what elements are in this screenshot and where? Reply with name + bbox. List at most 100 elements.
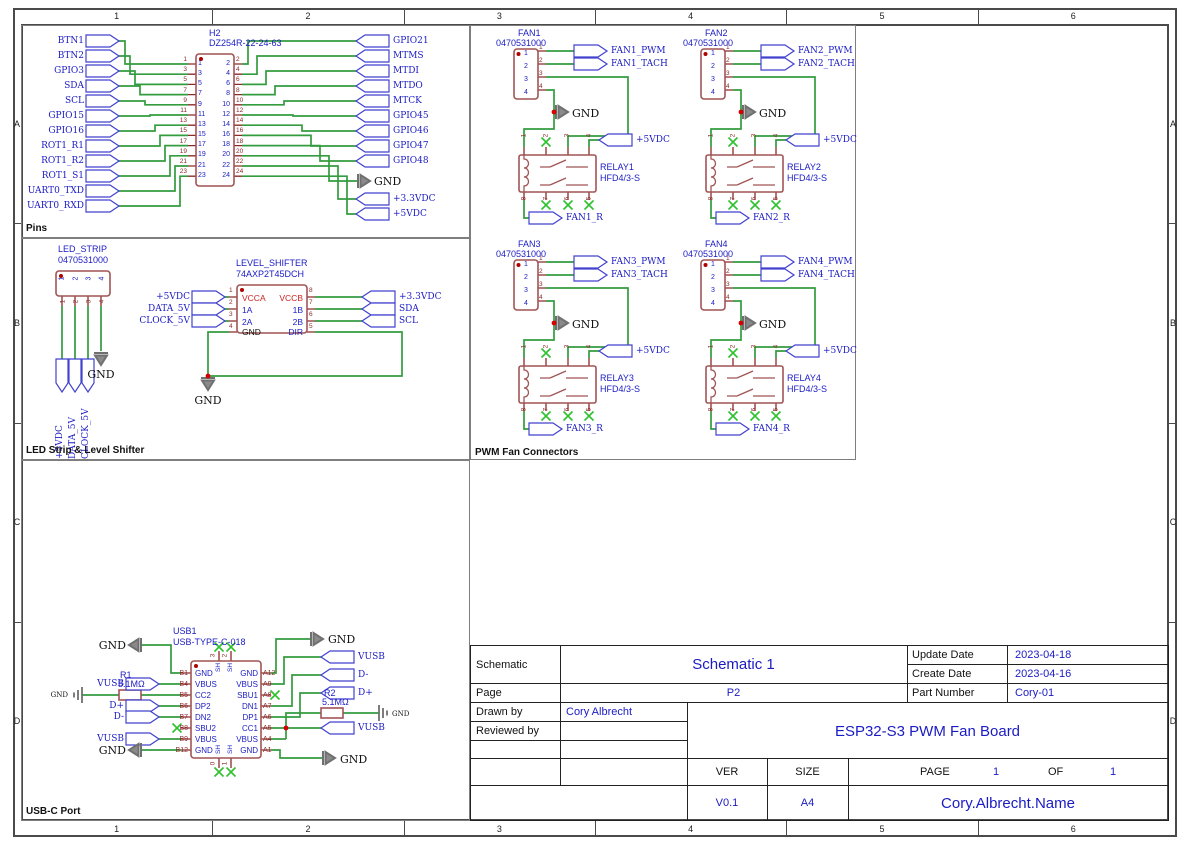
- pin-number: 3: [726, 67, 734, 80]
- net-label[interactable]: MTDO: [393, 79, 463, 94]
- net-label-3v3[interactable]: +3.3VDC: [393, 194, 435, 204]
- net-label-pwm[interactable]: FAN2_PWM: [798, 46, 853, 56]
- net-label-fan-out[interactable]: FAN4_R: [753, 424, 790, 434]
- net-label-5v[interactable]: +5VDC: [636, 346, 670, 356]
- net-label[interactable]: GPIO46: [393, 124, 463, 139]
- net-label-5v[interactable]: +5VDC: [393, 209, 427, 219]
- net-label-tach[interactable]: FAN2_TACH: [798, 59, 855, 69]
- pin-name: DN2: [195, 712, 225, 723]
- net-label[interactable]: SCL: [399, 316, 418, 326]
- resistor-r1[interactable]: [119, 690, 141, 700]
- net-label[interactable]: SCL: [22, 94, 84, 109]
- net-label[interactable]: DATA_5V: [117, 304, 190, 314]
- net-label[interactable]: GPIO16: [22, 124, 84, 139]
- net-label[interactable]: BTN1: [22, 34, 84, 49]
- ver-value[interactable]: V0.1: [687, 797, 767, 809]
- net-label[interactable]: GPIO3: [22, 64, 84, 79]
- net-label-5v[interactable]: +5VDC: [636, 135, 670, 145]
- pin-number: 1: [59, 300, 66, 304]
- net-label[interactable]: GPIO21: [393, 34, 463, 49]
- pin-number: 19: [198, 150, 211, 160]
- relay[interactable]: [706, 155, 783, 192]
- fan-circuit-unit[interactable]: FAN4 0470531000 1 2 3 4 1 2 3 4 FAN4_PWM…: [683, 239, 873, 444]
- part-number-value[interactable]: Cory-01: [1015, 687, 1054, 699]
- net-label[interactable]: GPIO45: [393, 109, 463, 124]
- net-label-vusb[interactable]: VUSB: [358, 652, 385, 662]
- net-label[interactable]: SDA: [22, 79, 84, 94]
- net-label-tach[interactable]: FAN3_TACH: [611, 270, 668, 280]
- net-label[interactable]: GPIO47: [393, 139, 463, 154]
- shield-pin-number: 0: [209, 762, 216, 766]
- net-label-pwm[interactable]: FAN4_PWM: [798, 257, 853, 267]
- net-label[interactable]: MTDI: [393, 64, 463, 79]
- shield-pin-name: SH: [227, 663, 234, 672]
- section-usb-c: USB1 USB-TYPE-C-018 B1B4B5B6B7B8B9B12 GN…: [21, 460, 470, 821]
- net-label[interactable]: ROT1_S1: [22, 169, 84, 184]
- pin-number: 1: [726, 252, 734, 265]
- net-label-dminus[interactable]: D-: [80, 712, 124, 722]
- fan-circuit-unit[interactable]: FAN2 0470531000 1 2 3 4 1 2 3 4 FAN2_PWM…: [683, 28, 873, 233]
- schematic-name[interactable]: Schematic 1: [560, 656, 907, 673]
- pin-number: 3: [229, 309, 237, 321]
- pin-number: 2: [707, 271, 719, 284]
- gnd-label: GND: [83, 368, 119, 381]
- net-label[interactable]: ROT1_R1: [22, 139, 84, 154]
- pin-number: 6: [309, 309, 317, 321]
- section-led-level-shifter: LED_STRIP 0470531000 1234 1234 +5VDC DAT…: [21, 238, 470, 460]
- pin-number: 23: [177, 167, 187, 177]
- net-label[interactable]: UART0_RXD: [22, 199, 84, 214]
- size-value[interactable]: A4: [767, 797, 848, 809]
- pin-number: 4: [539, 80, 547, 93]
- net-label-vusb[interactable]: VUSB: [358, 723, 385, 733]
- pin-name: VBUS: [222, 679, 258, 690]
- fan-circuit-unit[interactable]: FAN1 0470531000 1 2 3 4 1 2 3 4 FAN1_PWM…: [496, 28, 686, 233]
- net-label-dminus[interactable]: D-: [358, 670, 368, 680]
- page-number[interactable]: 1: [993, 766, 999, 778]
- net-label[interactable]: +3.3VDC: [399, 292, 441, 302]
- net-label[interactable]: CLOCK_5V: [117, 316, 190, 326]
- net-label[interactable]: UART0_TXD: [22, 184, 84, 199]
- pin-number: 7: [729, 197, 736, 201]
- relay[interactable]: [519, 155, 596, 192]
- resistor-r2[interactable]: [321, 708, 343, 718]
- led-strip-part-number: 0470531000: [58, 255, 108, 265]
- net-label[interactable]: ROT1_R2: [22, 154, 84, 169]
- net-label[interactable]: BTN2: [22, 49, 84, 64]
- pin-number: 1: [520, 47, 532, 60]
- net-label-fan-out[interactable]: FAN2_R: [753, 213, 790, 223]
- pin-number: 12: [216, 110, 230, 120]
- author-name[interactable]: Cory.Albrecht.Name: [848, 795, 1168, 812]
- net-label[interactable]: SDA: [399, 304, 419, 314]
- ruler-right: ABCD: [1169, 24, 1177, 821]
- relay[interactable]: [706, 366, 783, 403]
- net-label-pwm[interactable]: FAN1_PWM: [611, 46, 666, 56]
- create-date-value[interactable]: 2023-04-16: [1015, 668, 1071, 680]
- net-label-5v[interactable]: +5VDC: [823, 346, 857, 356]
- net-label[interactable]: GPIO15: [22, 109, 84, 124]
- fan-circuit-unit[interactable]: FAN3 0470531000 1 2 3 4 1 2 3 4 FAN3_PWM…: [496, 239, 686, 444]
- page-value[interactable]: P2: [560, 687, 907, 699]
- pin-number: 17: [177, 137, 187, 147]
- net-label-pwm[interactable]: FAN3_PWM: [611, 257, 666, 267]
- net-label[interactable]: +5VDC: [117, 292, 190, 302]
- relay[interactable]: [519, 366, 596, 403]
- pin-number: 13: [177, 116, 187, 126]
- net-label-dplus[interactable]: D+: [358, 688, 373, 698]
- net-label[interactable]: MTCK: [393, 94, 463, 109]
- drawn-by-value[interactable]: Cory Albrecht: [566, 706, 632, 718]
- net-label-vusb[interactable]: VUSB: [80, 734, 124, 744]
- net-label[interactable]: GPIO48: [393, 154, 463, 169]
- pin-number: 6: [751, 197, 758, 201]
- net-label-dplus[interactable]: D+: [80, 701, 124, 711]
- net-label-5v[interactable]: +5VDC: [823, 135, 857, 145]
- page-total[interactable]: 1: [1110, 766, 1116, 778]
- pin-number: 3: [177, 65, 187, 75]
- net-label-tach[interactable]: FAN1_TACH: [611, 59, 668, 69]
- net-label-fan-out[interactable]: FAN3_R: [566, 424, 603, 434]
- net-label-tach[interactable]: FAN4_TACH: [798, 270, 855, 280]
- pin-number: 2: [707, 60, 719, 73]
- update-date-value[interactable]: 2023-04-18: [1015, 649, 1071, 661]
- shield-pin-number: 3: [209, 654, 216, 658]
- net-label[interactable]: MTMS: [393, 49, 463, 64]
- net-label-fan-out[interactable]: FAN1_R: [566, 213, 603, 223]
